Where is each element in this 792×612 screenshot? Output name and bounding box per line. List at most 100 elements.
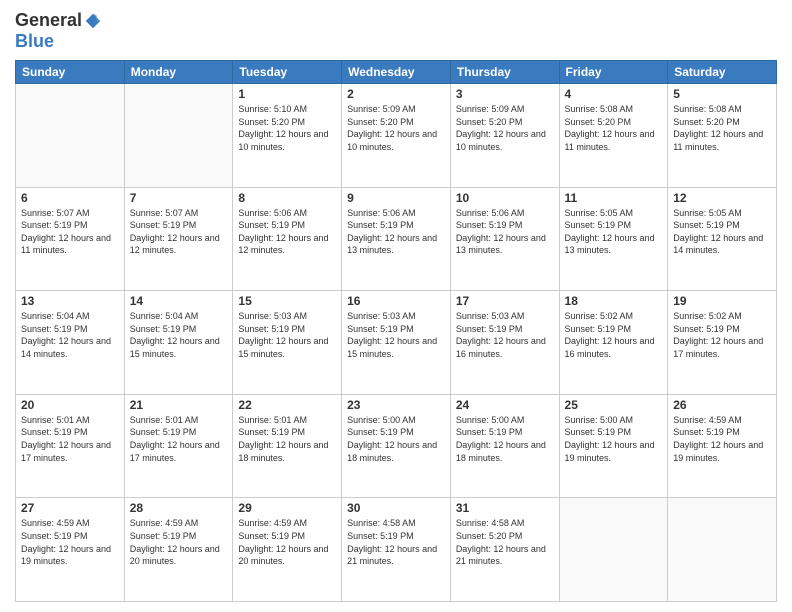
day-info: Sunrise: 4:59 AMSunset: 5:19 PMDaylight:…	[673, 414, 771, 464]
calendar-cell: 5 Sunrise: 5:08 AMSunset: 5:20 PMDaylight…	[668, 84, 777, 188]
day-info: Sunrise: 5:03 AMSunset: 5:19 PMDaylight:…	[347, 310, 445, 360]
day-number: 23	[347, 398, 445, 412]
day-info: Sunrise: 5:02 AMSunset: 5:19 PMDaylight:…	[673, 310, 771, 360]
calendar-cell: 27Sunrise: 4:59 AMSunset: 5:19 PMDayligh…	[16, 498, 125, 602]
calendar-cell: 28 Sunrise: 4:59 AMSunset: 5:19 PMDayligh…	[124, 498, 233, 602]
day-number: 2	[347, 87, 445, 101]
calendar-cell: 12 Sunrise: 5:05 AMSunset: 5:19 PMDayligh…	[668, 187, 777, 291]
day-number: 14	[130, 294, 228, 308]
day-header-monday: Monday	[124, 61, 233, 84]
calendar-cell: 23 Sunrise: 5:00 AMSunset: 5:19 PMDayligh…	[342, 394, 451, 498]
calendar-cell: 31 Sunrise: 4:58 AMSunset: 5:20 PMDayligh…	[450, 498, 559, 602]
day-info: Sunrise: 5:07 AMSunset: 5:19 PMDaylight:…	[130, 207, 228, 257]
day-header-sunday: Sunday	[16, 61, 125, 84]
calendar-cell: 9 Sunrise: 5:06 AMSunset: 5:19 PMDaylight…	[342, 187, 451, 291]
page-header: General Blue	[15, 10, 777, 52]
day-number: 17	[456, 294, 554, 308]
logo-blue-text: Blue	[15, 31, 54, 52]
calendar-cell: 2 Sunrise: 5:09 AMSunset: 5:20 PMDaylight…	[342, 84, 451, 188]
day-number: 24	[456, 398, 554, 412]
week-row-5: 27Sunrise: 4:59 AMSunset: 5:19 PMDayligh…	[16, 498, 777, 602]
day-number: 11	[565, 191, 663, 205]
calendar-cell: 13 Sunrise: 5:04 AMSunset: 5:19 PMDayligh…	[16, 291, 125, 395]
day-number: 13	[21, 294, 119, 308]
calendar-cell: 19Sunrise: 5:02 AMSunset: 5:19 PMDayligh…	[668, 291, 777, 395]
calendar-cell	[124, 84, 233, 188]
calendar-cell: 26 Sunrise: 4:59 AMSunset: 5:19 PMDayligh…	[668, 394, 777, 498]
day-number: 5	[673, 87, 771, 101]
calendar-cell: 7 Sunrise: 5:07 AMSunset: 5:19 PMDaylight…	[124, 187, 233, 291]
day-number: 22	[238, 398, 336, 412]
day-info: Sunrise: 5:05 AMSunset: 5:19 PMDaylight:…	[565, 207, 663, 257]
day-header-tuesday: Tuesday	[233, 61, 342, 84]
day-info: Sunrise: 5:09 AMSunset: 5:20 PMDaylight:…	[347, 103, 445, 153]
day-info: Sunrise: 5:07 AMSunset: 5:19 PMDaylight:…	[21, 207, 119, 257]
day-info: Sunrise: 5:01 AMSunset: 5:19 PMDaylight:…	[130, 414, 228, 464]
day-info: Sunrise: 4:58 AMSunset: 5:19 PMDaylight:…	[347, 517, 445, 567]
day-info: Sunrise: 5:01 AMSunset: 5:19 PMDaylight:…	[21, 414, 119, 464]
day-info: Sunrise: 4:58 AMSunset: 5:20 PMDaylight:…	[456, 517, 554, 567]
week-row-1: 1Sunrise: 5:10 AMSunset: 5:20 PMDaylight…	[16, 84, 777, 188]
day-info: Sunrise: 5:05 AMSunset: 5:19 PMDaylight:…	[673, 207, 771, 257]
day-number: 6	[21, 191, 119, 205]
day-number: 21	[130, 398, 228, 412]
logo-icon	[84, 12, 102, 30]
calendar-cell: 8Sunrise: 5:06 AMSunset: 5:19 PMDaylight…	[233, 187, 342, 291]
week-row-2: 6 Sunrise: 5:07 AMSunset: 5:19 PMDaylight…	[16, 187, 777, 291]
calendar-cell: 22Sunrise: 5:01 AMSunset: 5:19 PMDayligh…	[233, 394, 342, 498]
week-row-4: 20 Sunrise: 5:01 AMSunset: 5:19 PMDayligh…	[16, 394, 777, 498]
day-info: Sunrise: 5:08 AMSunset: 5:20 PMDaylight:…	[565, 103, 663, 153]
day-info: Sunrise: 4:59 AMSunset: 5:19 PMDaylight:…	[130, 517, 228, 567]
week-row-3: 13 Sunrise: 5:04 AMSunset: 5:19 PMDayligh…	[16, 291, 777, 395]
day-number: 20	[21, 398, 119, 412]
day-number: 12	[673, 191, 771, 205]
day-info: Sunrise: 5:02 AMSunset: 5:19 PMDaylight:…	[565, 310, 663, 360]
day-number: 31	[456, 501, 554, 515]
day-info: Sunrise: 5:08 AMSunset: 5:20 PMDaylight:…	[673, 103, 771, 153]
day-info: Sunrise: 5:00 AMSunset: 5:19 PMDaylight:…	[565, 414, 663, 464]
day-number: 3	[456, 87, 554, 101]
day-info: Sunrise: 4:59 AMSunset: 5:19 PMDaylight:…	[21, 517, 119, 567]
day-info: Sunrise: 5:06 AMSunset: 5:19 PMDaylight:…	[456, 207, 554, 257]
calendar-cell	[16, 84, 125, 188]
day-number: 16	[347, 294, 445, 308]
calendar-cell: 17Sunrise: 5:03 AMSunset: 5:19 PMDayligh…	[450, 291, 559, 395]
day-number: 28	[130, 501, 228, 515]
day-number: 26	[673, 398, 771, 412]
calendar-cell: 30 Sunrise: 4:58 AMSunset: 5:19 PMDayligh…	[342, 498, 451, 602]
day-header-saturday: Saturday	[668, 61, 777, 84]
calendar-cell: 6 Sunrise: 5:07 AMSunset: 5:19 PMDaylight…	[16, 187, 125, 291]
logo-general-text: General	[15, 10, 82, 31]
calendar-cell: 24 Sunrise: 5:00 AMSunset: 5:19 PMDayligh…	[450, 394, 559, 498]
day-number: 29	[238, 501, 336, 515]
day-number: 15	[238, 294, 336, 308]
day-info: Sunrise: 5:09 AMSunset: 5:20 PMDaylight:…	[456, 103, 554, 153]
day-info: Sunrise: 5:04 AMSunset: 5:19 PMDaylight:…	[21, 310, 119, 360]
day-header-friday: Friday	[559, 61, 668, 84]
calendar-cell: 11 Sunrise: 5:05 AMSunset: 5:19 PMDayligh…	[559, 187, 668, 291]
calendar: SundayMondayTuesdayWednesdayThursdayFrid…	[15, 60, 777, 602]
day-number: 30	[347, 501, 445, 515]
calendar-cell: 4 Sunrise: 5:08 AMSunset: 5:20 PMDaylight…	[559, 84, 668, 188]
calendar-cell: 1Sunrise: 5:10 AMSunset: 5:20 PMDaylight…	[233, 84, 342, 188]
day-info: Sunrise: 5:06 AMSunset: 5:19 PMDaylight:…	[347, 207, 445, 257]
day-number: 4	[565, 87, 663, 101]
calendar-cell: 18Sunrise: 5:02 AMSunset: 5:19 PMDayligh…	[559, 291, 668, 395]
day-info: Sunrise: 5:00 AMSunset: 5:19 PMDaylight:…	[347, 414, 445, 464]
day-info: Sunrise: 5:00 AMSunset: 5:19 PMDaylight:…	[456, 414, 554, 464]
day-info: Sunrise: 5:04 AMSunset: 5:19 PMDaylight:…	[130, 310, 228, 360]
day-number: 8	[238, 191, 336, 205]
day-number: 7	[130, 191, 228, 205]
calendar-cell	[668, 498, 777, 602]
day-header-thursday: Thursday	[450, 61, 559, 84]
calendar-cell: 21 Sunrise: 5:01 AMSunset: 5:19 PMDayligh…	[124, 394, 233, 498]
day-number: 10	[456, 191, 554, 205]
calendar-cell: 14 Sunrise: 5:04 AMSunset: 5:19 PMDayligh…	[124, 291, 233, 395]
calendar-header: SundayMondayTuesdayWednesdayThursdayFrid…	[16, 61, 777, 84]
day-number: 9	[347, 191, 445, 205]
calendar-cell	[559, 498, 668, 602]
calendar-cell: 16 Sunrise: 5:03 AMSunset: 5:19 PMDayligh…	[342, 291, 451, 395]
day-number: 25	[565, 398, 663, 412]
day-info: Sunrise: 4:59 AMSunset: 5:19 PMDaylight:…	[238, 517, 336, 567]
calendar-cell: 25 Sunrise: 5:00 AMSunset: 5:19 PMDayligh…	[559, 394, 668, 498]
